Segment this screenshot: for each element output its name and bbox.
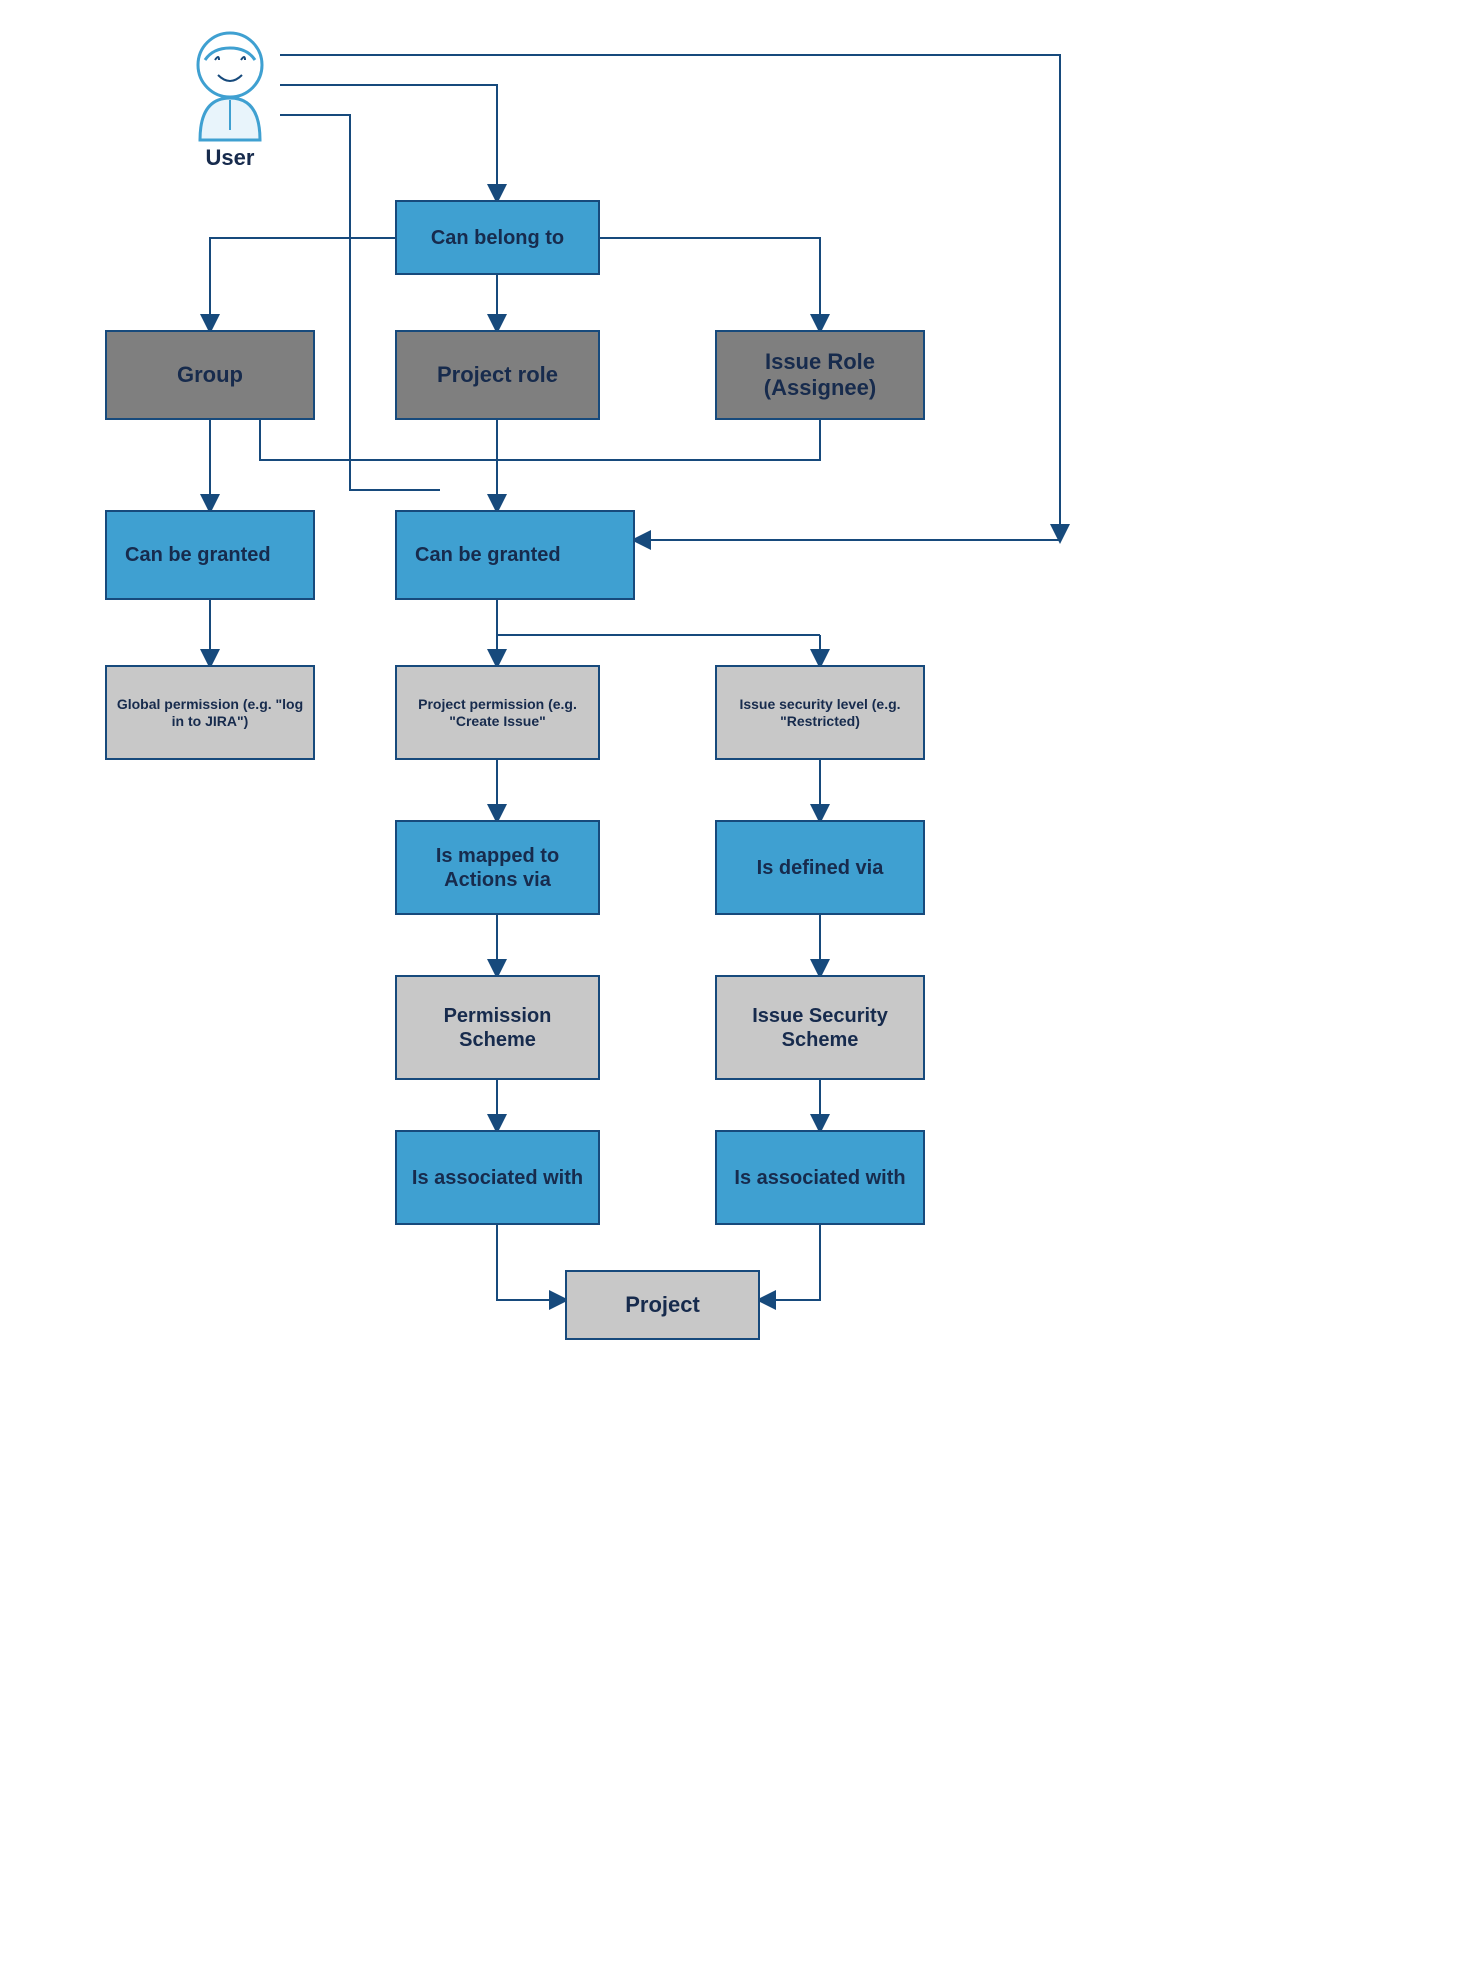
node-can-belong-to: Can belong to [395,200,600,275]
node-permission-scheme: Permission Scheme [395,975,600,1080]
user-icon [198,33,262,140]
node-is-mapped-to: Is mapped to Actions via [395,820,600,915]
node-is-associated-with-left: Is associated with [395,1130,600,1225]
node-issue-security-level: Issue security level (e.g. "Restricted) [715,665,925,760]
node-is-defined-via: Is defined via [715,820,925,915]
node-project: Project [565,1270,760,1340]
node-global-permission: Global permission (e.g. "log in to JIRA"… [105,665,315,760]
node-project-permission: Project permission (e.g. "Create Issue" [395,665,600,760]
diagram-canvas: User Can belong to Group Project role Is… [0,0,1473,1987]
node-can-be-granted-mid: Can be granted [395,510,635,600]
node-issue-role: Issue Role (Assignee) [715,330,925,420]
node-group: Group [105,330,315,420]
node-issue-security-scheme: Issue Security Scheme [715,975,925,1080]
node-can-be-granted-left: Can be granted [105,510,315,600]
user-label: User [185,145,275,171]
node-is-associated-with-right: Is associated with [715,1130,925,1225]
node-project-role: Project role [395,330,600,420]
